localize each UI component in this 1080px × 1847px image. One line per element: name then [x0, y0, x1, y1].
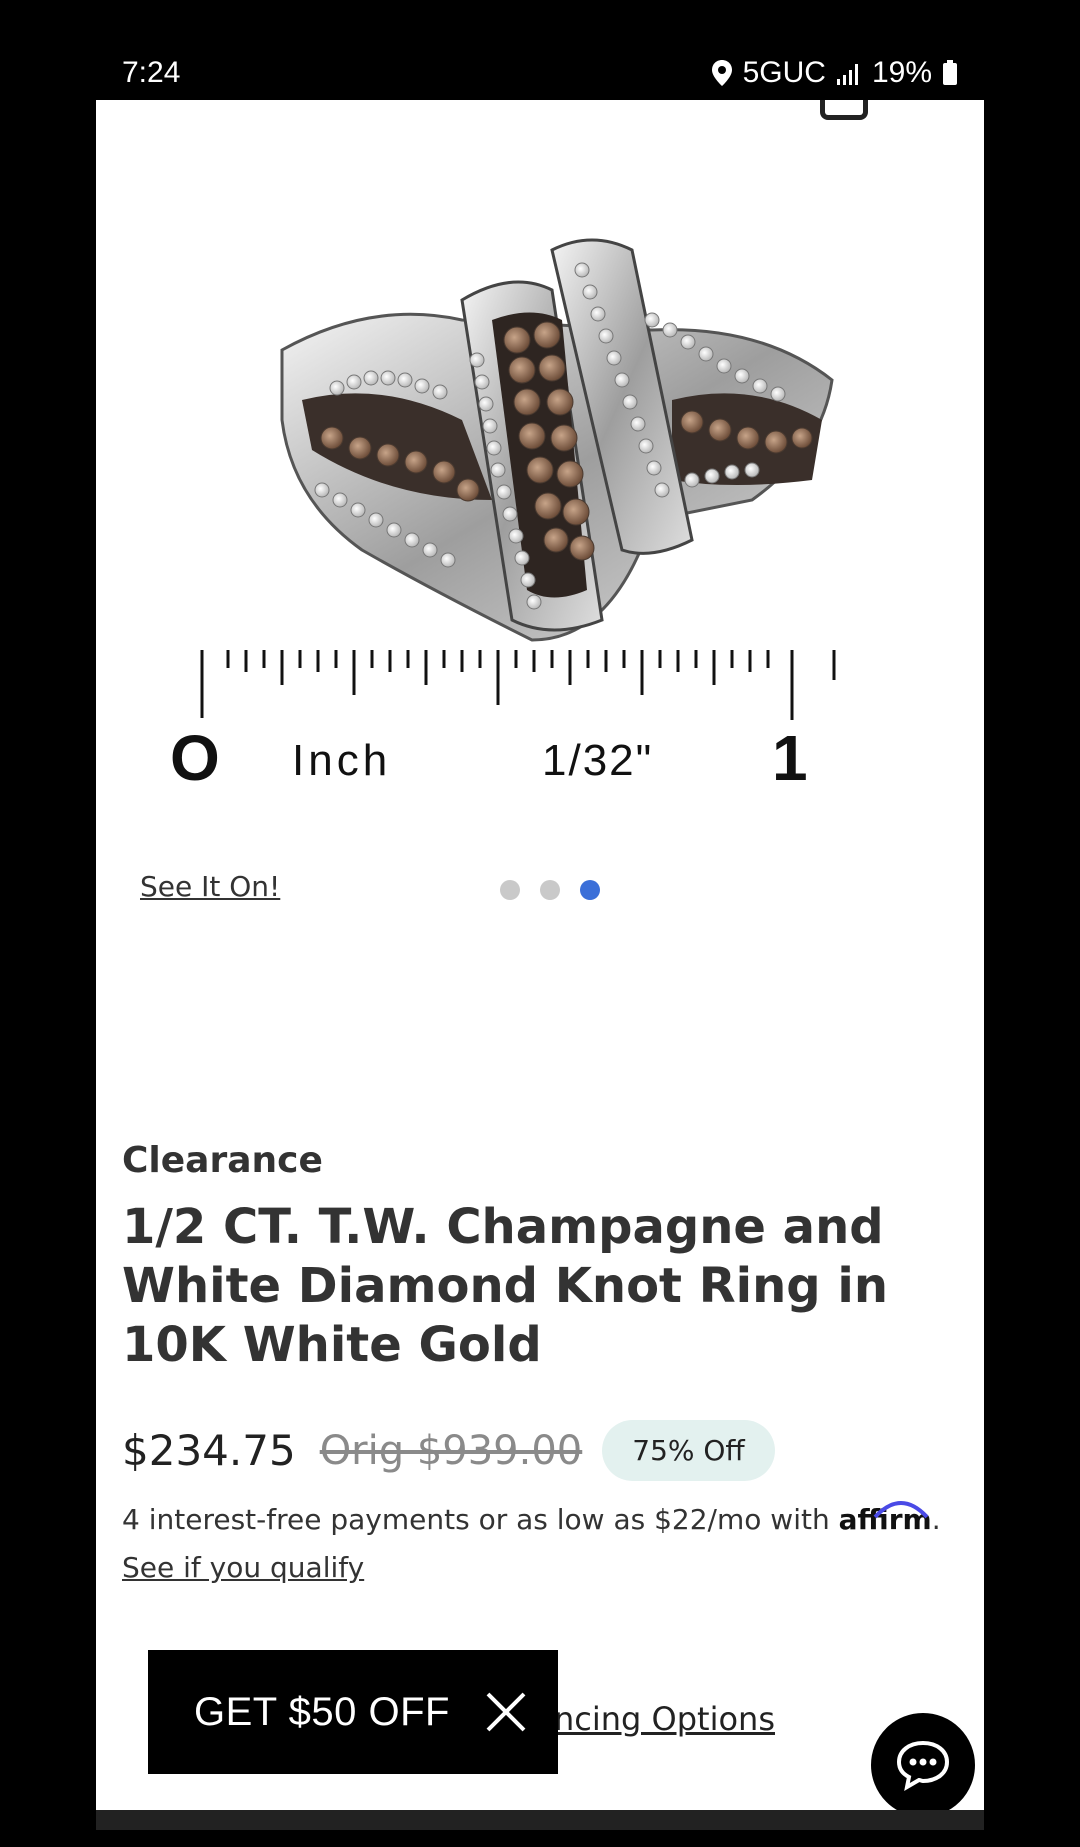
product-page: O Inch 1/32" 1 See It On! Clearance 1/2 …	[96, 100, 984, 1830]
current-price: $234.75	[122, 1426, 296, 1475]
payments-suffix: .	[931, 1503, 941, 1536]
product-title: 1/2 CT. T.W. Champagne and White Diamond…	[122, 1199, 888, 1373]
location-icon	[711, 60, 732, 86]
carousel-dots	[500, 880, 600, 900]
bottom-bar	[96, 1810, 984, 1830]
financing-options-link[interactable]: ncing Options	[554, 1700, 775, 1738]
chat-icon	[896, 1740, 950, 1791]
close-icon[interactable]	[484, 1690, 528, 1734]
app-frame: 7:24 5GUC 19% O Inch 1/32" 1 See It On! …	[0, 0, 1080, 1847]
status-time: 7:24	[122, 56, 181, 89]
carousel-dot-2[interactable]	[540, 880, 560, 900]
ruler-unit-label: Inch	[292, 736, 391, 785]
clearance-label: Clearance	[122, 1140, 323, 1181]
ruler-zero-label: O	[170, 722, 220, 794]
share-icon[interactable]	[820, 100, 868, 120]
promo-label: GET $50 OFF	[194, 1689, 450, 1734]
affirm-logo: affirm	[839, 1501, 932, 1536]
see-it-on-link[interactable]: See It On!	[140, 870, 280, 903]
ruler-one-label: 1	[772, 722, 808, 794]
see-if-you-qualify-link[interactable]: See if you qualify	[122, 1551, 364, 1584]
signal-icon	[836, 64, 858, 85]
carousel-dot-1[interactable]	[500, 880, 520, 900]
discount-badge: 75% Off	[602, 1420, 775, 1481]
chat-button[interactable]	[868, 1710, 978, 1820]
affirm-arc-icon	[873, 1501, 929, 1519]
network-label: 5GUC	[742, 56, 826, 89]
battery-icon	[943, 60, 957, 85]
status-bar: 7:24 5GUC 19%	[0, 0, 1080, 100]
ruler-fraction-label: 1/32"	[542, 736, 653, 785]
promo-banner[interactable]: GET $50 OFF	[148, 1650, 558, 1774]
original-price: Orig $939.00	[319, 1427, 583, 1474]
status-right: 5GUC 19%	[711, 56, 958, 90]
price-row: $234.75 Orig $939.00 75% Off	[122, 1420, 775, 1481]
battery-percent: 19%	[871, 56, 932, 89]
product-image[interactable]: O Inch 1/32" 1	[132, 120, 962, 920]
payment-info: 4 interest-free payments or as low as $2…	[122, 1496, 972, 1592]
payments-text: 4 interest-free payments or as low as $2…	[122, 1503, 839, 1536]
carousel-dot-3[interactable]	[580, 880, 600, 900]
